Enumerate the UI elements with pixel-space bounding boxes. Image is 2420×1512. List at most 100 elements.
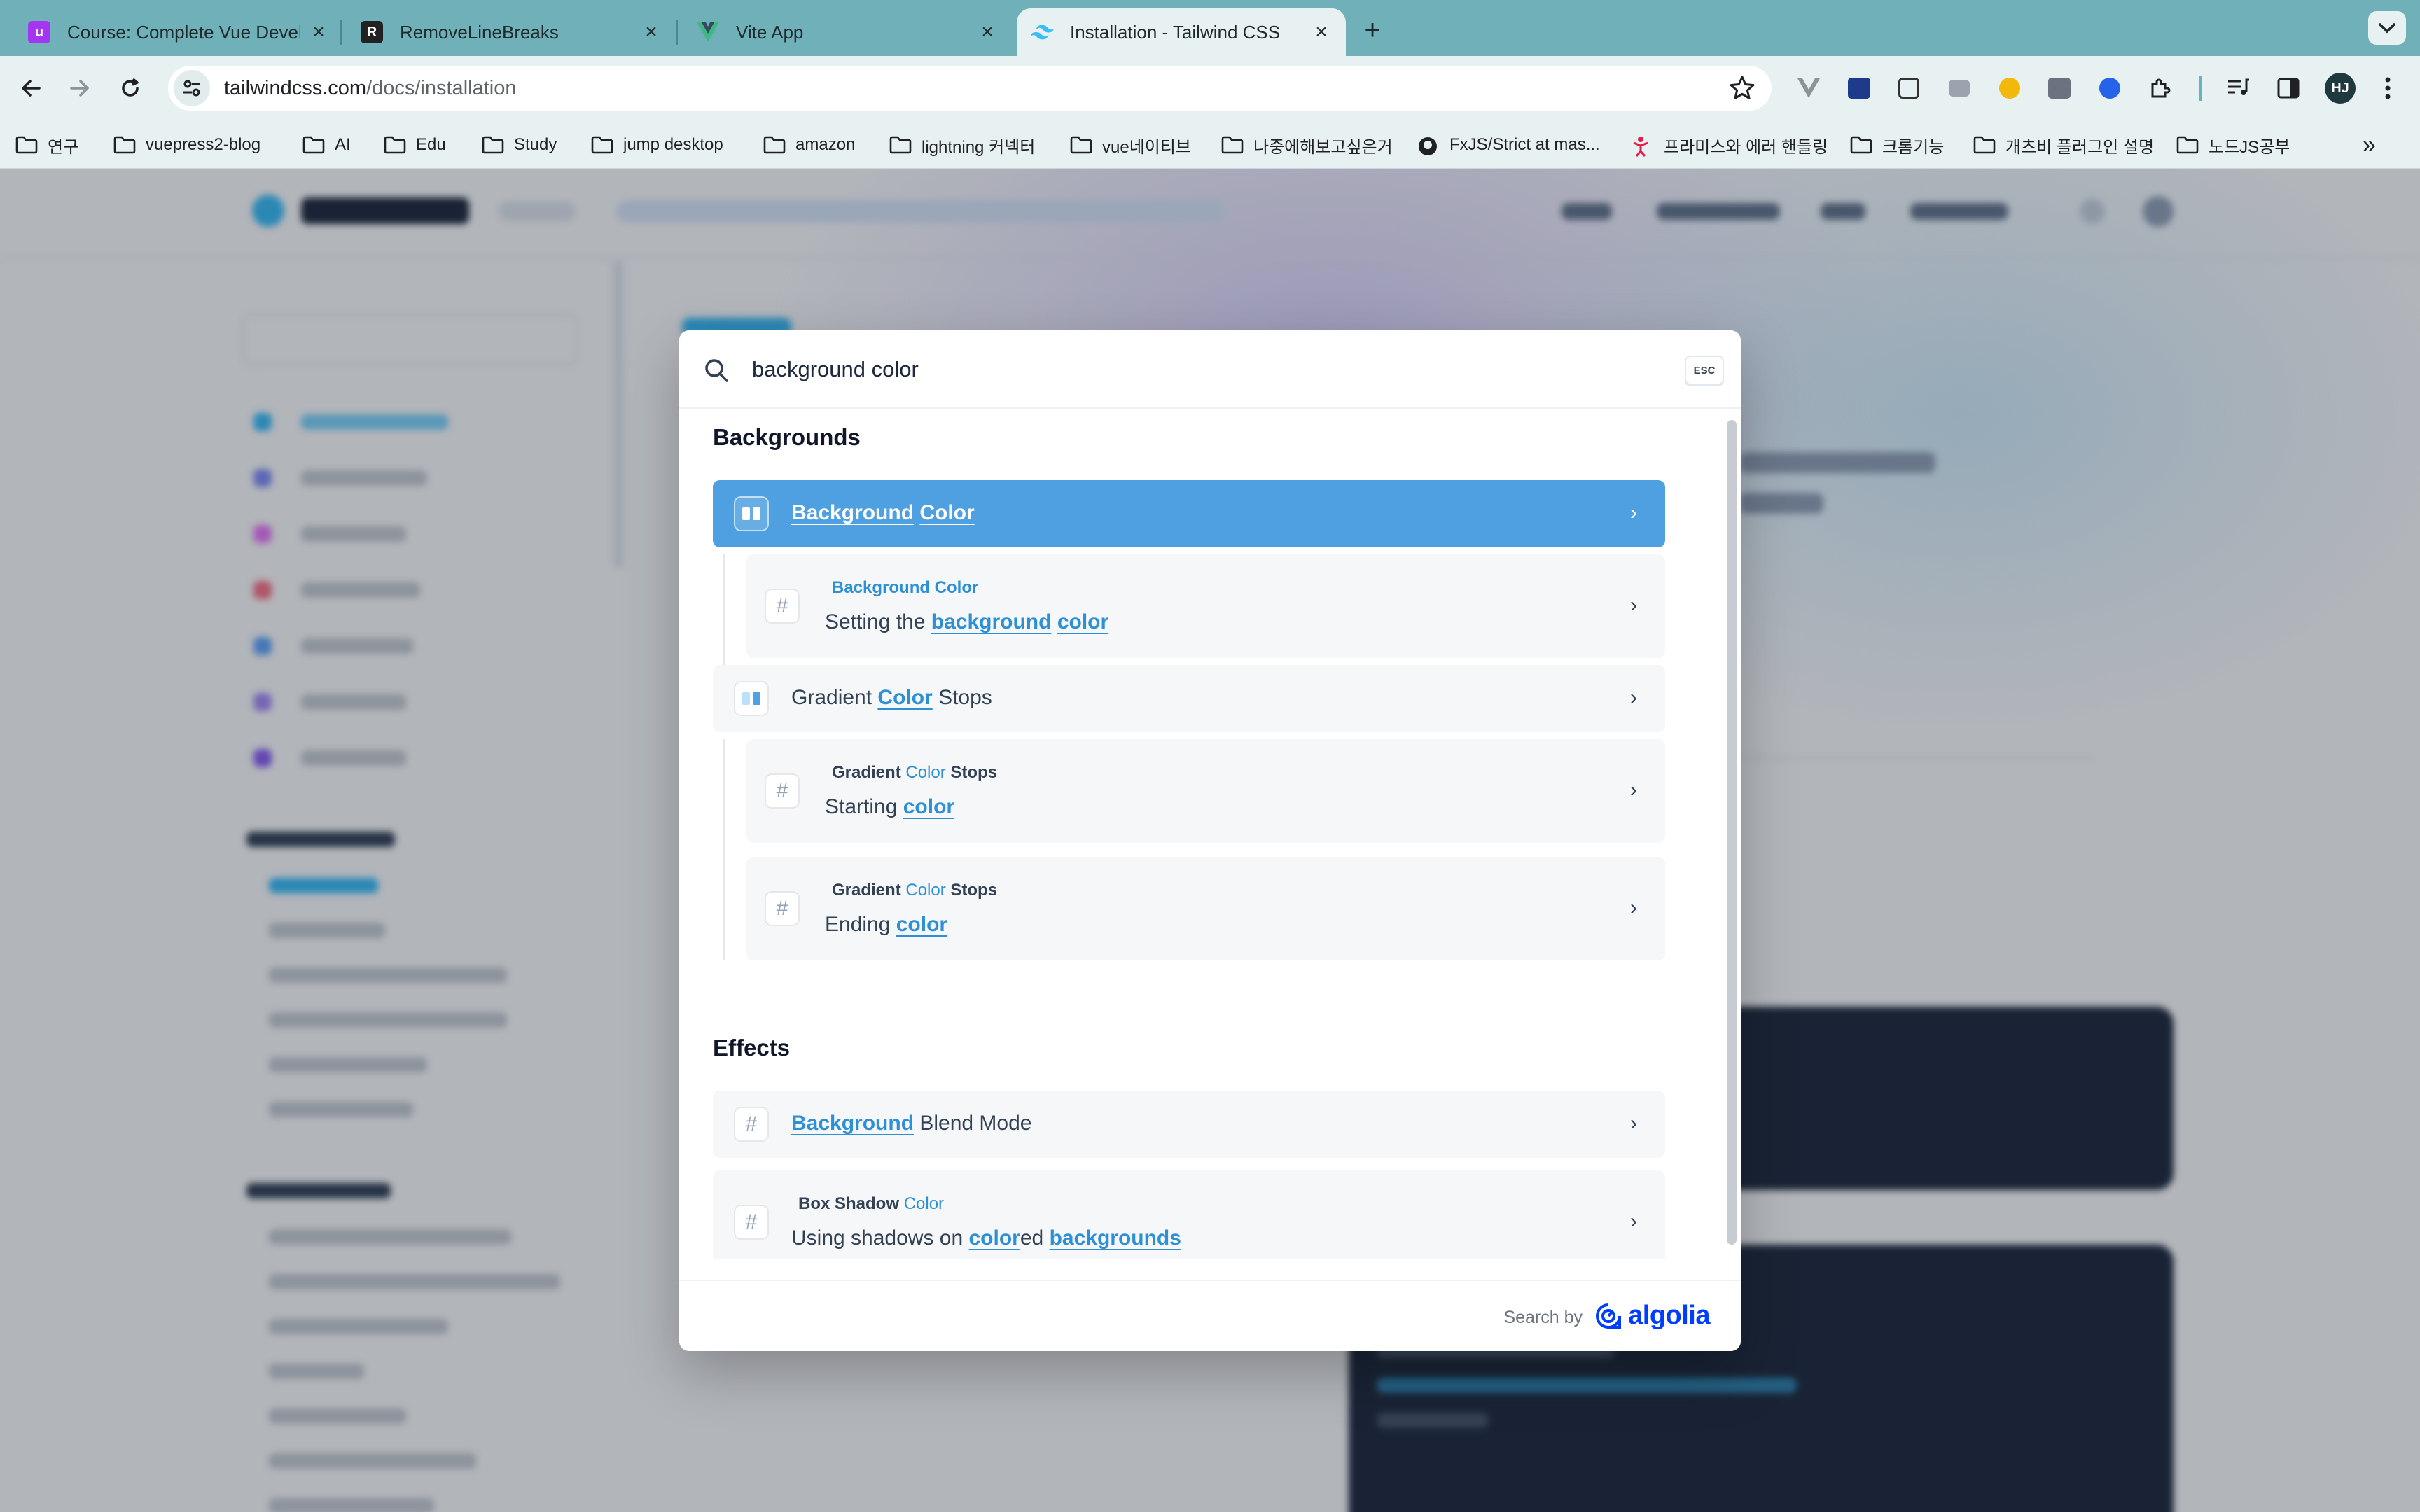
search-input[interactable]: [751, 351, 1591, 388]
result-box-shadow-color[interactable]: # Box Shadow Color Using shadows on colo…: [713, 1170, 1665, 1259]
url-text[interactable]: tailwindcss.com/docs/installation: [224, 77, 516, 100]
chevron-right-icon: ›: [1630, 594, 1637, 617]
site-info-button[interactable]: [174, 70, 210, 106]
bookmark-item[interactable]: vue네이티브: [1070, 129, 1191, 161]
hash-icon: #: [765, 589, 800, 624]
hash-icon: #: [734, 1205, 769, 1240]
result-breadcrumb: Gradient Color Stops: [832, 763, 998, 782]
desk-extension-icon[interactable]: [1847, 76, 1872, 101]
bookmark-item[interactable]: Study: [482, 129, 557, 161]
forward-button[interactable]: [62, 70, 98, 106]
tab-course[interactable]: u Course: Complete Vue Develo ×: [14, 8, 343, 56]
close-icon[interactable]: ×: [308, 20, 329, 44]
tab-separator: [340, 20, 342, 45]
bookmark-item[interactable]: amazon: [763, 129, 855, 161]
results-scrollbar[interactable]: [1727, 420, 1737, 1245]
figure-icon: [1632, 136, 1654, 157]
bookmark-item[interactable]: lightning 커넥터: [889, 129, 1035, 161]
hash-icon: #: [734, 1107, 769, 1142]
r-icon: R: [361, 21, 383, 43]
bookmark-item[interactable]: Edu: [384, 129, 446, 161]
result-background-blend-mode[interactable]: # Background Blend Mode ›: [713, 1091, 1665, 1158]
camera-extension-icon[interactable]: [1947, 76, 1972, 101]
result-title: Setting the background color: [825, 610, 1109, 634]
bookmark-item[interactable]: AI: [302, 129, 351, 161]
folder-icon: [302, 136, 325, 154]
search-icon: [703, 357, 730, 387]
result-breadcrumb: Box Shadow Color: [798, 1194, 945, 1213]
back-button[interactable]: [13, 70, 49, 106]
bookmark-item[interactable]: 프라미스와 에러 핸들링: [1632, 129, 1828, 161]
bookmarks-bar: 연구 vuepress2-blog AI Edu Study jump desktop am…: [0, 120, 2420, 169]
folder-icon: [1973, 136, 1996, 154]
result-background-color[interactable]: Background Color ›: [713, 480, 1665, 547]
bookmark-item[interactable]: 연구: [15, 129, 78, 161]
search-dialog: ESC Backgrounds Background Color › # Bac…: [679, 330, 1741, 1351]
bookmark-item[interactable]: 나중에해보고싶은거: [1221, 129, 1393, 161]
bookmark-item[interactable]: FxJS/Strict at mas...: [1417, 129, 1600, 161]
profile-avatar[interactable]: HJ: [2325, 73, 2356, 104]
extensions-puzzle-icon[interactable]: [2147, 76, 2172, 101]
chevron-right-icon: ›: [1630, 778, 1637, 802]
bookmark-item[interactable]: 개츠비 플러그인 설명: [1973, 129, 2154, 161]
hash-icon: #: [765, 891, 800, 926]
result-starting-color[interactable]: # Gradient Color Stops Starting color ›: [746, 739, 1665, 843]
media-controls-icon[interactable]: [2225, 76, 2251, 101]
bookmark-item[interactable]: vuepress2-blog: [113, 129, 260, 161]
book-icon: [734, 681, 769, 716]
url-host: tailwindcss.com: [224, 76, 367, 99]
github-icon: [1417, 136, 1440, 155]
bookmark-item[interactable]: jump desktop: [591, 129, 723, 161]
folder-icon: [1850, 136, 1872, 154]
tab-removelinebreaks[interactable]: R RemoveLineBreaks ×: [347, 8, 676, 56]
more-menu-icon[interactable]: [2375, 76, 2400, 101]
url-path: /docs/installation: [366, 76, 517, 99]
tune-icon: [183, 80, 200, 97]
tab-vite-app[interactable]: Vite App ×: [683, 8, 1012, 56]
vue-devtools-icon[interactable]: [1796, 76, 1821, 101]
folder-icon: [15, 136, 38, 154]
reload-button[interactable]: [112, 70, 148, 106]
folder-icon: [1070, 136, 1092, 154]
binance-extension-icon[interactable]: [1997, 76, 2022, 101]
folder-icon: [384, 136, 406, 154]
hash-icon: #: [765, 774, 800, 808]
folder-icon: [482, 136, 504, 154]
new-tab-button[interactable]: +: [1355, 13, 1390, 48]
bookmarks-overflow-icon[interactable]: »: [2363, 129, 2376, 161]
result-ending-color[interactable]: # Gradient Color Stops Ending color ›: [746, 857, 1665, 960]
folder-icon: [113, 136, 136, 154]
tab-installation-tailwind[interactable]: Installation - Tailwind CSS ×: [1017, 8, 1346, 56]
search-footer: Search by algolia: [679, 1280, 1741, 1351]
tab-search-button[interactable]: [2368, 11, 2406, 45]
side-panel-icon[interactable]: [2276, 76, 2301, 101]
result-title: Using shadows on colored backgrounds: [791, 1226, 1181, 1250]
bookmark-item[interactable]: 노드JS공부: [2176, 129, 2290, 161]
bookmark-star-button[interactable]: [1728, 74, 1756, 106]
da-extension-icon[interactable]: [2047, 76, 2072, 101]
vue-icon: [697, 21, 719, 43]
result-gradient-color-stops[interactable]: Gradient Color Stops ›: [713, 665, 1665, 732]
tree-line: [723, 739, 725, 960]
folder-icon: [1221, 136, 1244, 154]
address-bar[interactable]: tailwindcss.com/docs/installation: [168, 66, 1772, 111]
chevron-down-icon: [2379, 23, 2395, 34]
lightning-extension-icon[interactable]: [2097, 76, 2122, 101]
close-icon[interactable]: ×: [641, 20, 662, 44]
search-results: Backgrounds Background Color › # Backgro…: [679, 410, 1741, 1259]
esc-button[interactable]: ESC: [1685, 356, 1724, 385]
star-icon: [1730, 76, 1755, 99]
player-extension-icon[interactable]: [1896, 76, 1921, 101]
result-title: Gradient Color Stops: [791, 686, 992, 709]
close-icon[interactable]: ×: [977, 20, 998, 44]
chevron-right-icon: ›: [1630, 686, 1637, 709]
folder-icon: [763, 136, 786, 154]
close-icon[interactable]: ×: [1311, 20, 1332, 44]
chevron-right-icon: ›: [1630, 1210, 1637, 1233]
bookmark-item[interactable]: 크롬기능: [1850, 129, 1944, 161]
algolia-logo-link[interactable]: algolia: [1594, 1301, 1710, 1331]
result-setting-background-color[interactable]: # Background Color Setting the backgroun…: [746, 554, 1665, 658]
section-title-backgrounds: Backgrounds: [713, 424, 861, 450]
folder-icon: [889, 136, 912, 154]
book-icon: [734, 496, 769, 531]
